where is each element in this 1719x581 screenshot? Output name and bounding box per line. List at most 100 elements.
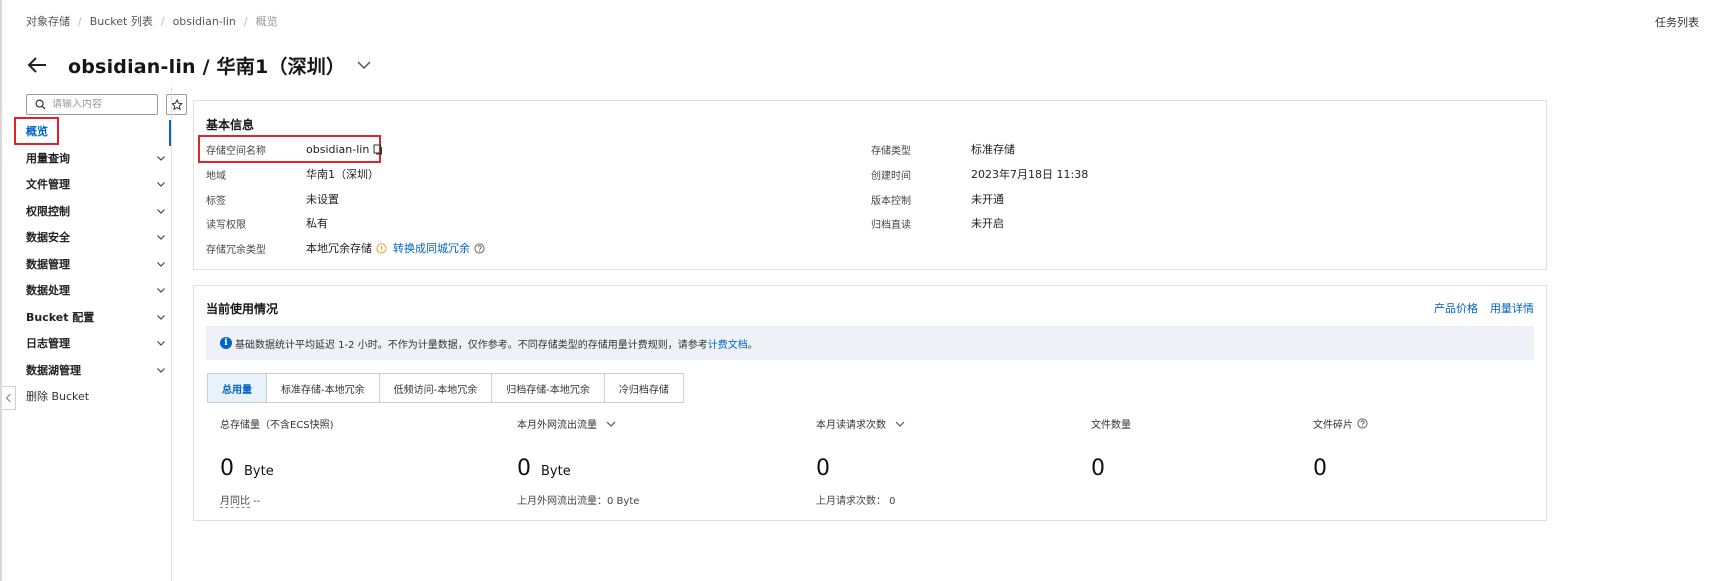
chevron-down-icon	[157, 314, 165, 320]
info-label: 创建时间	[871, 170, 911, 182]
archive-read-value: 未开启	[971, 217, 1004, 230]
breadcrumb-bucket[interactable]: obsidian-lin	[173, 15, 236, 28]
region-value: 华南1（深圳）	[306, 168, 379, 181]
info-row-versioning: 版本控制	[871, 191, 911, 207]
notice-end: 。	[747, 339, 758, 351]
yoy-label[interactable]: 月同比	[220, 496, 250, 508]
tags-value: 未设置	[306, 193, 339, 206]
convert-redundancy-link[interactable]: 转换成同城冗余	[393, 240, 470, 256]
tab-archive[interactable]: 归档存储-本地冗余	[492, 374, 605, 402]
info-row-region: 地域	[206, 166, 226, 182]
metric-label-text: 本月外网流出流量	[517, 420, 597, 431]
created-value: 2023年7月18日 11:38	[971, 168, 1089, 181]
sidebar-item-file-management[interactable]: 文件管理	[14, 171, 186, 198]
sidebar-item-overview[interactable]: 概览	[14, 117, 186, 146]
help-icon[interactable]	[1357, 418, 1368, 429]
tab-total[interactable]: 总用量	[208, 374, 267, 402]
info-label: 标签	[206, 195, 226, 207]
sidebar-item-data-lake[interactable]: 数据湖管理	[14, 357, 186, 384]
info-label: 存储冗余类型	[206, 244, 266, 256]
metric-number: 0	[1313, 456, 1327, 481]
metric-label: 本月读请求次数	[816, 416, 906, 431]
metric-label: 文件碎片	[1313, 416, 1368, 431]
help-icon[interactable]	[474, 242, 485, 254]
info-value: obsidian-lin	[306, 142, 370, 156]
last-month-requests-value: 0	[886, 496, 896, 507]
sidebar-item-label: Bucket 配置	[26, 310, 95, 324]
info-row-bucket-name: 存储空间名称	[206, 141, 266, 157]
star-icon	[170, 98, 183, 110]
sidebar-item-delete-bucket[interactable]: 删除 Bucket	[14, 383, 186, 410]
metric-sub: 上月外网流出流量：0 Byte	[517, 492, 639, 507]
favorite-button[interactable]	[166, 94, 187, 115]
back-arrow-icon[interactable]	[26, 53, 56, 77]
chevron-down-icon[interactable]	[605, 418, 617, 430]
metric-value: 0	[816, 456, 830, 481]
metric-total-storage: 总存储量（不含ECS快照) 0 Byte 月同比 --	[220, 416, 334, 508]
metric-number: 0	[816, 456, 830, 481]
metric-value: 0 Byte	[220, 456, 274, 481]
metric-value: 0 Byte	[517, 456, 571, 481]
last-month-requests-label: 上月请求次数：	[816, 496, 886, 507]
chevron-down-icon	[157, 235, 165, 240]
sidebar-collapse-button[interactable]	[2, 386, 16, 410]
search-icon	[35, 99, 46, 110]
metric-sub: 上月请求次数： 0	[816, 492, 896, 507]
chevron-down-icon	[157, 155, 165, 161]
info-row-archive-read: 归档直读	[871, 215, 911, 231]
page-header: obsidian-lin / 华南1（深圳）	[26, 48, 375, 82]
tab-standard[interactable]: 标准存储-本地冗余	[267, 374, 380, 402]
chevron-down-icon[interactable]	[357, 56, 375, 74]
sidebar-item-data-management[interactable]: 数据管理	[14, 251, 186, 278]
chevron-down-icon	[157, 261, 165, 267]
usage-notice: i 基础数据统计平均延迟 1-2 小时。不作为计量数据，仅作参考。不同存储类型的…	[206, 326, 1534, 360]
chevron-left-icon	[5, 393, 11, 403]
sidebar-item-data-processing[interactable]: 数据处理	[14, 277, 186, 304]
metric-value: 0	[1313, 456, 1327, 481]
metric-number: 0	[220, 456, 234, 481]
basic-info-title: 基本信息	[206, 118, 255, 132]
metric-label-text: 本月读请求次数	[816, 420, 886, 431]
breadcrumb-oss[interactable]: 对象存储	[26, 13, 70, 29]
sidebar-item-label: 数据处理	[26, 284, 70, 298]
last-month-traffic-label: 上月外网流出流量：	[517, 496, 607, 507]
sidebar-search-input[interactable]	[52, 99, 152, 110]
copy-icon[interactable]	[373, 144, 383, 155]
notice-text: 基础数据统计平均延迟 1-2 小时。不作为计量数据，仅作参考。不同存储类型的存储…	[235, 339, 708, 351]
redundancy-value: 本地冗余存储 转换成同城冗余	[306, 240, 485, 256]
sidebar-search[interactable]	[26, 94, 158, 115]
breadcrumb: 对象存储 / Bucket 列表 / obsidian-lin / 概览	[26, 13, 278, 29]
chevron-down-icon[interactable]	[894, 418, 906, 430]
billing-doc-link[interactable]: 计费文档	[708, 336, 748, 351]
breadcrumb-bucket-list[interactable]: Bucket 列表	[90, 13, 153, 29]
sidebar-item-bucket-config[interactable]: Bucket 配置	[14, 304, 186, 331]
chevron-down-icon	[157, 208, 165, 214]
sidebar-item-label: 权限控制	[26, 204, 70, 218]
sidebar-item-usage-query[interactable]: 用量查询	[14, 145, 186, 172]
basic-info-card: 基本信息 存储空间名称 obsidian-lin 地域 华南1（深圳） 标签 未…	[193, 100, 1547, 270]
info-icon: i	[220, 337, 232, 349]
tab-cold-archive[interactable]: 冷归档存储	[604, 374, 683, 402]
breadcrumb-separator: /	[243, 14, 248, 28]
chevron-down-icon	[157, 341, 165, 346]
sidebar-item-log-management[interactable]: 日志管理	[14, 330, 186, 357]
yoy-value: --	[250, 496, 261, 507]
sidebar-item-label: 文件管理	[26, 178, 70, 192]
info-row-acl: 读写权限	[206, 215, 246, 231]
sidebar: 概览 用量查询 文件管理 权限控制 数据安全 数据管理 数据处理 Bucket …	[14, 94, 187, 581]
breadcrumb-separator: /	[160, 14, 165, 28]
sidebar-item-data-security[interactable]: 数据安全	[14, 224, 186, 251]
sidebar-item-access-control[interactable]: 权限控制	[14, 198, 186, 225]
task-list-link[interactable]: 任务列表	[1655, 14, 1699, 30]
chevron-down-icon	[157, 182, 165, 187]
bucket-name-value: obsidian-lin	[306, 141, 383, 157]
product-price-link[interactable]: 产品价格	[1434, 300, 1478, 316]
info-row-storage-class: 存储类型	[871, 141, 911, 157]
warning-icon[interactable]	[376, 242, 387, 254]
chevron-down-icon	[157, 288, 165, 293]
usage-detail-link[interactable]: 用量详情	[1490, 300, 1534, 316]
tab-ia[interactable]: 低频访问-本地冗余	[379, 374, 493, 402]
window-left-edge	[0, 0, 2, 581]
usage-card: 当前使用情况 产品价格 用量详情 i 基础数据统计平均延迟 1-2 小时。不作为…	[193, 285, 1547, 521]
last-month-traffic-value: 0 Byte	[607, 496, 640, 507]
